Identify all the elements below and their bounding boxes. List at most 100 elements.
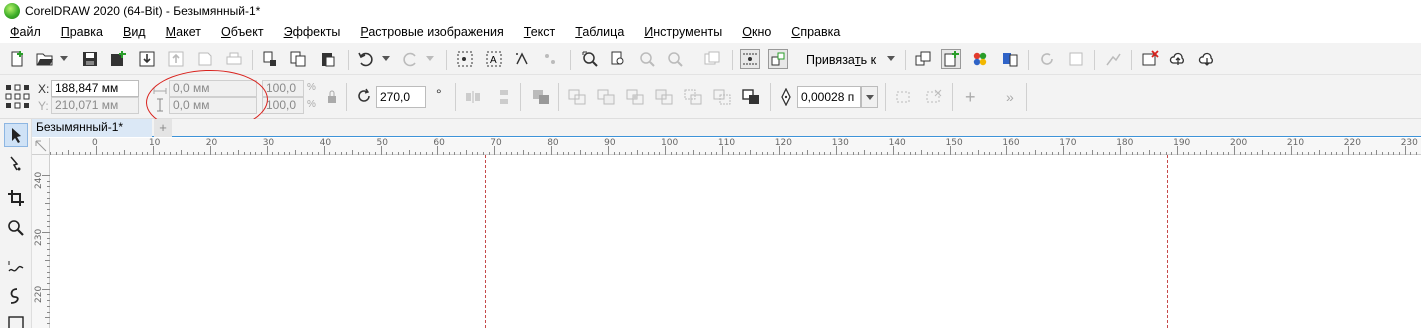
- more-options-icon[interactable]: »: [1006, 89, 1014, 105]
- front-minus-back-icon: [684, 89, 702, 108]
- artistic-media-tool-icon[interactable]: [4, 284, 28, 308]
- menu-item[interactable]: Инструменты: [632, 25, 722, 39]
- new-document-icon[interactable]: [7, 49, 27, 69]
- reference-point-icon[interactable]: [5, 84, 31, 113]
- ruler-tick-label: 90: [604, 138, 616, 148]
- menu-item-label: ффекты: [292, 25, 341, 39]
- launch-icon: [1103, 49, 1123, 69]
- toolbar-separator: [252, 50, 253, 70]
- zoom-level-icon[interactable]: [608, 49, 628, 69]
- lock-ratio-icon[interactable]: [327, 90, 337, 107]
- y-position-field[interactable]: 210,071 мм: [51, 97, 139, 114]
- options-icon[interactable]: [913, 49, 933, 69]
- close-document-icon[interactable]: [1140, 49, 1160, 69]
- menu-item[interactable]: Файл: [0, 25, 41, 39]
- horizontal-ruler[interactable]: 0 10 20 30 40 50 60 70 80 90 100 110 120 130 140 150 160…: [50, 138, 1421, 155]
- mirror-horizontal-icon: [465, 89, 481, 108]
- menu-item[interactable]: Текст: [512, 25, 555, 39]
- upload-cloud-icon[interactable]: [1168, 49, 1188, 69]
- freehand-tool-icon[interactable]: [4, 255, 28, 279]
- ruler-tick-label: 150: [945, 138, 963, 148]
- ruler-tick-label: 190: [1173, 138, 1191, 148]
- zoom-to-fit-icon[interactable]: [580, 49, 600, 69]
- menu-item[interactable]: Таблица: [563, 25, 624, 39]
- drawing-canvas[interactable]: [50, 155, 1421, 328]
- table-snap-icon: [540, 49, 560, 69]
- svg-text:A: A: [490, 55, 497, 66]
- show-grid-icon[interactable]: [768, 49, 788, 69]
- new-from-template-icon[interactable]: [108, 49, 128, 69]
- scale-y-field[interactable]: 100,0: [262, 97, 304, 114]
- document-tab[interactable]: Безымянный-1*: [32, 119, 152, 137]
- spell-icon[interactable]: [512, 49, 532, 69]
- propbar-separator: [455, 83, 456, 111]
- document-properties-icon[interactable]: [1000, 49, 1020, 69]
- snap-to-label-pre: Привяза: [806, 53, 855, 67]
- ruler-origin[interactable]: [32, 138, 50, 155]
- outline-width-field[interactable]: 0,00028 п: [797, 86, 861, 108]
- quick-text-icon[interactable]: A: [484, 49, 504, 69]
- ruler-tick-label: 20: [205, 138, 218, 148]
- full-screen-icon: [702, 49, 722, 69]
- menu-item[interactable]: Вид: [111, 25, 146, 39]
- undo-dropdown-icon[interactable]: [382, 56, 390, 61]
- scale-y-unit: %: [307, 99, 316, 110]
- application-launcher-icon[interactable]: [941, 49, 961, 69]
- ruler-tick-label: 180: [1116, 138, 1134, 148]
- menu-item-label: екст: [530, 25, 556, 39]
- rotation-angle-field[interactable]: 270,0: [376, 86, 426, 108]
- paste-icon[interactable]: [318, 49, 338, 69]
- ruler-tick-label: 70: [490, 138, 502, 148]
- back-minus-front-icon: [713, 89, 731, 108]
- snap-to-label-post: ь к: [860, 53, 877, 67]
- crop-tool-icon[interactable]: [4, 186, 28, 210]
- export-icon: [166, 49, 186, 69]
- save-icon[interactable]: [80, 49, 100, 69]
- outline-width-dropdown[interactable]: [861, 86, 878, 108]
- menu-item[interactable]: Объект: [209, 25, 264, 39]
- shape-tool-icon[interactable]: [4, 152, 28, 176]
- show-rulers-icon[interactable]: [740, 49, 760, 69]
- ruler-tick-label: 120: [774, 138, 792, 148]
- scale-x-field[interactable]: 100,0: [262, 80, 304, 97]
- weld-icon: [568, 89, 586, 108]
- menu-item[interactable]: Макет: [154, 25, 201, 39]
- menu-item-label: астровые изображения: [368, 25, 504, 39]
- y-label: Y:: [38, 99, 49, 113]
- x-position-field[interactable]: 188,847 мм: [51, 80, 139, 97]
- ruler-major-tick: [42, 231, 50, 233]
- zoom-tool-icon[interactable]: [4, 216, 28, 240]
- rotation-unit: °: [436, 86, 442, 102]
- copy-icon[interactable]: [288, 49, 308, 69]
- open-folder-icon[interactable]: [35, 49, 55, 69]
- cut-icon[interactable]: [260, 49, 280, 69]
- menu-item-accelerator: С: [791, 25, 801, 39]
- boundary-icon[interactable]: [742, 89, 760, 108]
- menu-item[interactable]: Окно: [730, 25, 771, 39]
- outline-pen-icon: [780, 87, 792, 109]
- coreldraw-logo-icon: [4, 3, 20, 19]
- snap-to-dropdown-icon[interactable]: [887, 56, 895, 61]
- snap-to-button[interactable]: Привяза т ь к: [806, 50, 876, 70]
- menu-item-label: бъект: [230, 25, 264, 39]
- scale-x-unit: %: [307, 82, 316, 93]
- menu-item-accelerator: Ф: [10, 25, 20, 39]
- search-content-icon[interactable]: [455, 49, 475, 69]
- menu-item[interactable]: Растровые изображения: [348, 25, 503, 39]
- menu-item[interactable]: Эффекты: [272, 25, 341, 39]
- ruler-tick-label: 110: [717, 138, 736, 148]
- menu-item-label: нструменты: [653, 25, 723, 39]
- open-dropdown-icon[interactable]: [60, 56, 68, 61]
- rectangle-tool-icon[interactable]: [4, 311, 28, 328]
- pick-tool-icon[interactable]: [4, 123, 28, 147]
- download-cloud-icon[interactable]: [1197, 49, 1217, 69]
- undo-icon[interactable]: [356, 49, 376, 69]
- print-icon: [224, 49, 244, 69]
- colors-icon[interactable]: [970, 49, 990, 69]
- menu-item[interactable]: Справка: [779, 25, 840, 39]
- menu-item[interactable]: Правка: [49, 25, 103, 39]
- new-tab-button[interactable]: +: [154, 119, 172, 137]
- menu-item-label: аблица: [582, 25, 625, 39]
- import-icon[interactable]: [137, 49, 157, 69]
- vertical-ruler[interactable]: 240 230 220: [32, 155, 50, 328]
